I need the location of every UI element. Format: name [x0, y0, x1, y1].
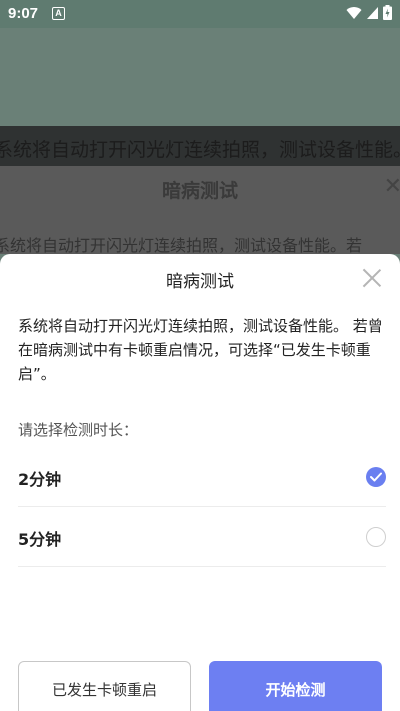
sheet-description: 系统将自动打开闪光灯连续拍照，测试设备性能。 若曾在暗病测试中有卡顿重启情况，可…	[18, 317, 383, 383]
background-band-text: 系统将自动打开闪光灯连续拍照，测试设备性能。若	[0, 139, 400, 161]
signal-icon	[367, 6, 378, 19]
status-bar: 9:07 A	[0, 0, 400, 28]
bottom-sheet: 暗病测试 系统将自动打开闪光灯连续拍照，测试设备性能。 若曾在暗病测试中有卡顿重…	[0, 254, 400, 711]
background-text-band: 系统将自动打开闪光灯连续拍照，测试设备性能。若	[0, 126, 400, 166]
already-stuck-button[interactable]: 已发生卡顿重启	[18, 661, 191, 711]
unchecked-radio-icon[interactable]	[366, 527, 386, 547]
background-dialog-text: 系统将自动打开闪光灯连续拍照，测试设备性能。若	[0, 236, 363, 254]
wifi-icon	[346, 6, 362, 19]
background-close-icon: ✕	[383, 174, 400, 199]
status-icons	[346, 5, 392, 20]
status-time: 9:07	[8, 5, 39, 22]
checked-radio-icon[interactable]	[366, 467, 386, 487]
app-background	[0, 28, 400, 126]
battery-icon	[383, 5, 392, 20]
option-label: 2分钟	[18, 470, 62, 489]
notification-icon: A	[52, 7, 65, 20]
start-test-button[interactable]: 开始检测	[209, 661, 382, 711]
background-dialog: 暗病测试 ✕ 系统将自动打开闪光灯连续拍照，测试设备性能。若	[0, 166, 400, 254]
sheet-title: 暗病测试	[166, 272, 234, 292]
option-label: 5分钟	[18, 530, 62, 549]
option-5-minutes[interactable]: 5分钟	[18, 507, 386, 567]
background-dialog-title: 暗病测试	[161, 180, 238, 202]
duration-prompt: 请选择检测时长：	[18, 421, 139, 439]
option-2-minutes[interactable]: 2分钟	[18, 447, 386, 507]
close-icon[interactable]	[362, 268, 382, 288]
